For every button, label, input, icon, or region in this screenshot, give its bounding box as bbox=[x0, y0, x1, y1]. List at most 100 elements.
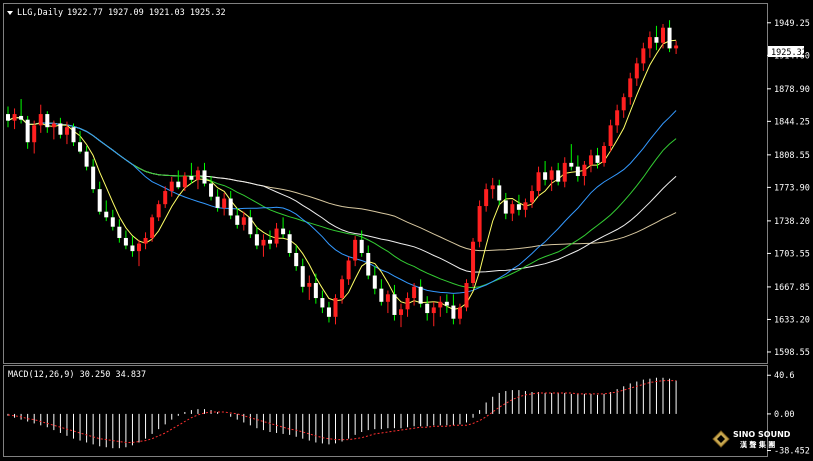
current-price-tag: 1925.32 bbox=[768, 46, 807, 58]
trading-chart[interactable]: 1949.251914.601878.901844.251808.551773.… bbox=[0, 0, 813, 461]
candle-body bbox=[647, 37, 652, 49]
candle bbox=[150, 214, 155, 242]
candle-body bbox=[477, 206, 482, 242]
symbol-label: LLG,Daily bbox=[17, 8, 63, 18]
candle-body bbox=[641, 48, 646, 64]
candle-body bbox=[569, 162, 574, 167]
candle-body bbox=[320, 298, 325, 308]
candle-body bbox=[385, 294, 390, 302]
candle-body bbox=[471, 241, 476, 284]
price-tick-label: 1878.90 bbox=[774, 85, 810, 95]
candle-body bbox=[281, 228, 286, 235]
candle-body bbox=[438, 301, 443, 308]
candle-body bbox=[543, 172, 548, 180]
candle-body bbox=[503, 200, 508, 214]
candle-body bbox=[195, 170, 200, 180]
candle-body bbox=[444, 301, 449, 306]
candle-body bbox=[608, 125, 613, 146]
candle-body bbox=[156, 204, 161, 218]
candle-body bbox=[241, 217, 246, 225]
candle-body bbox=[248, 217, 253, 235]
candle-body bbox=[84, 151, 89, 167]
candle-body bbox=[300, 266, 305, 287]
candle-body bbox=[333, 298, 338, 317]
candle-body bbox=[130, 245, 135, 252]
price-tick-label: 1773.90 bbox=[774, 183, 810, 193]
candle-body bbox=[516, 204, 521, 210]
candle-body bbox=[32, 125, 37, 143]
candle-body bbox=[45, 114, 50, 128]
price-tick-label: 1738.20 bbox=[774, 217, 810, 227]
candle-body bbox=[582, 164, 587, 177]
candle-body bbox=[359, 239, 364, 253]
candle-body bbox=[602, 145, 607, 163]
candle-body bbox=[71, 127, 76, 143]
candle-body bbox=[588, 155, 593, 165]
candle-body bbox=[209, 183, 214, 197]
candle-body bbox=[91, 166, 96, 190]
candle-body bbox=[674, 45, 679, 49]
candle-body bbox=[228, 198, 233, 216]
logo-brand-text: SINO SOUND bbox=[733, 430, 791, 439]
candle-body bbox=[51, 123, 56, 128]
candle-body bbox=[530, 191, 534, 203]
candle-body bbox=[431, 307, 436, 314]
candle bbox=[287, 230, 292, 257]
chart-background bbox=[0, 0, 813, 461]
candle-body bbox=[215, 196, 220, 208]
candle-body bbox=[19, 115, 24, 120]
candle-body bbox=[117, 226, 122, 238]
candle-body bbox=[169, 181, 174, 192]
candle-body bbox=[143, 237, 148, 244]
candle-body bbox=[595, 155, 600, 163]
candle-body bbox=[523, 202, 528, 210]
candle-body bbox=[110, 217, 115, 227]
candle-body bbox=[412, 286, 417, 299]
candle-body bbox=[457, 307, 462, 319]
candle-body bbox=[615, 110, 620, 126]
price-tick-label: 1667.85 bbox=[774, 283, 810, 293]
macd-tick-label: -38.452 bbox=[774, 447, 810, 457]
candle-body bbox=[189, 176, 194, 180]
macd-tick-label: 0.00 bbox=[774, 410, 794, 420]
candle-body bbox=[123, 237, 128, 246]
candle bbox=[477, 200, 482, 248]
candle-body bbox=[104, 211, 109, 218]
candle-body bbox=[163, 191, 168, 205]
candle-body bbox=[38, 114, 43, 126]
logo-chinese-text: 漢 聲 集 團 bbox=[740, 440, 775, 449]
candle-body bbox=[176, 181, 181, 188]
price-tick-label: 1949.25 bbox=[774, 19, 810, 29]
candle-body bbox=[326, 307, 331, 317]
candle bbox=[471, 237, 476, 287]
candle-body bbox=[575, 166, 580, 177]
candle-body bbox=[294, 252, 299, 267]
candle bbox=[464, 279, 469, 312]
price-tick-label: 1598.55 bbox=[774, 348, 810, 358]
chart-header: LLG,Daily 1922.77 1927.09 1921.03 1925.3… bbox=[7, 8, 226, 18]
candle-body bbox=[628, 78, 633, 98]
candle-body bbox=[274, 228, 279, 244]
price-tick-label: 1633.20 bbox=[774, 315, 810, 325]
candle-body bbox=[150, 217, 155, 238]
candle-body bbox=[261, 239, 266, 246]
price-tick-label: 1844.25 bbox=[774, 117, 810, 127]
candle-body bbox=[202, 170, 207, 184]
candle-body bbox=[6, 114, 10, 121]
candle-body bbox=[372, 275, 377, 289]
candle-body bbox=[634, 63, 639, 79]
candle-body bbox=[12, 114, 17, 121]
candle-body bbox=[58, 123, 63, 135]
candle-body bbox=[222, 198, 227, 208]
candle-body bbox=[287, 234, 292, 253]
candle-body bbox=[379, 288, 384, 302]
price-tick-label: 1703.55 bbox=[774, 249, 810, 259]
candle-body bbox=[25, 119, 30, 143]
candle-body bbox=[654, 37, 659, 43]
candle-body bbox=[621, 97, 626, 111]
candle-body bbox=[340, 279, 345, 299]
macd-tick-label: 40.6 bbox=[774, 371, 794, 381]
ohlc-values: 1922.77 1927.09 1921.03 1925.32 bbox=[67, 8, 226, 18]
candle-body bbox=[313, 283, 318, 299]
candle-body bbox=[64, 127, 69, 135]
